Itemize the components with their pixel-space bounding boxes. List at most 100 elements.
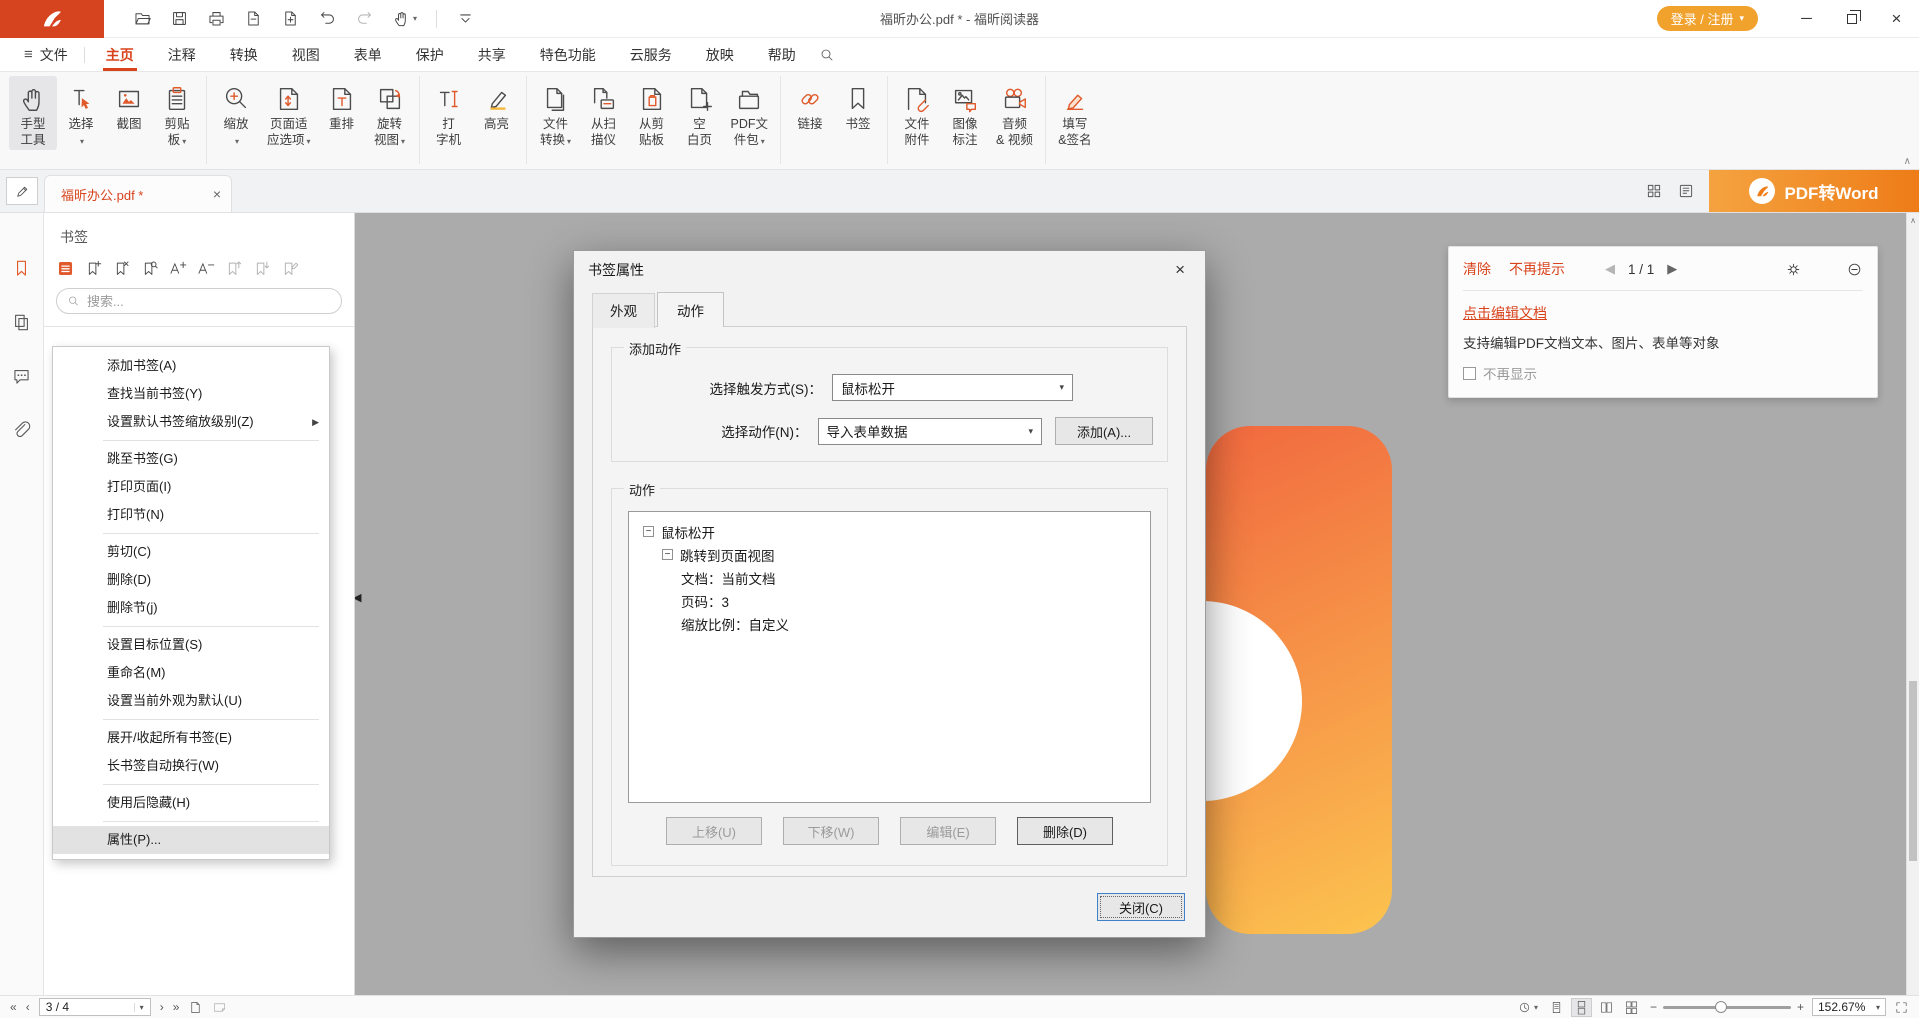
delete-button[interactable]: 删除(D) — [1017, 817, 1113, 845]
fullscreen-button[interactable] — [1894, 1000, 1909, 1015]
scrollbar-thumb[interactable] — [1909, 681, 1917, 861]
prev-page-button[interactable]: ‹ — [26, 1000, 30, 1014]
dialog-close-icon[interactable]: × — [1169, 260, 1191, 280]
edit-document-link[interactable]: 点击编辑文档 — [1463, 303, 1547, 323]
rename-bookmark-button[interactable] — [280, 259, 299, 278]
ribbon-from-scanner-button[interactable]: 从扫描仪 — [580, 76, 628, 150]
ribbon-snapshot-button[interactable]: 截图 — [105, 76, 153, 134]
next-page-button[interactable]: › — [160, 1000, 164, 1014]
customize-toolbar-button[interactable] — [449, 5, 482, 32]
tab-action[interactable]: 动作 — [657, 292, 724, 327]
menu-file[interactable]: ≡文件 — [12, 38, 80, 71]
tab-close-icon[interactable]: × — [213, 186, 221, 202]
context-menu-item-1[interactable]: 查找当前书签(Y) — [53, 380, 329, 408]
add-bookmark-button[interactable] — [84, 259, 103, 278]
context-menu-item-5[interactable]: 打印页面(I) — [53, 473, 329, 501]
copy-page-button[interactable] — [237, 5, 270, 32]
menu-item-3[interactable]: 视图 — [275, 38, 337, 71]
ribbon-typewriter-button[interactable]: 打字机 — [425, 76, 473, 150]
login-register-button[interactable]: 登录 / 注册▾ — [1657, 6, 1758, 31]
page-number-box[interactable]: 3 / 4 ▾ — [39, 998, 151, 1016]
menu-item-6[interactable]: 共享 — [461, 38, 523, 71]
clear-link[interactable]: 清除 — [1463, 259, 1491, 279]
tree-expander-icon[interactable]: − — [662, 549, 673, 560]
minimize-button[interactable]: ─ — [1784, 0, 1829, 38]
first-page-button[interactable]: « — [10, 1000, 17, 1014]
bookmark-search[interactable] — [56, 288, 342, 314]
context-menu-item-17[interactable]: 长书签自动换行(W) — [53, 752, 329, 780]
ribbon-highlight-button[interactable]: 高亮 — [473, 76, 521, 134]
panel-collapse-handle[interactable]: ◀ — [355, 591, 361, 604]
zoom-slider[interactable]: − + — [1650, 1000, 1804, 1014]
attachments-panel-button[interactable] — [0, 403, 44, 457]
tab-appearance[interactable]: 外观 — [592, 293, 655, 328]
collapse-bookmarks-button[interactable] — [196, 259, 215, 278]
insert-page-button[interactable] — [274, 5, 307, 32]
context-menu-item-12[interactable]: 设置目标位置(S) — [53, 631, 329, 659]
ribbon-rotate-view-button[interactable]: 旋转视图▾ — [366, 76, 414, 152]
redo-button[interactable] — [348, 5, 381, 32]
tree-row[interactable]: 文档：当前文档 — [639, 566, 1140, 589]
scroll-up-icon[interactable]: ∧ — [1907, 213, 1919, 225]
move-bookmark-down-button[interactable] — [252, 259, 271, 278]
menu-item-4[interactable]: 表单 — [337, 38, 399, 71]
bookmark-menu-button[interactable] — [56, 259, 75, 278]
pdf-to-word-banner[interactable]: PDF转Word — [1709, 170, 1919, 212]
zoom-slider-handle[interactable] — [1715, 1001, 1727, 1013]
zoom-level-box[interactable]: 152.67% ▾ — [1812, 998, 1886, 1016]
ribbon-clipboard-button[interactable]: 剪贴板▾ — [153, 76, 201, 152]
zoom-slider-track[interactable] — [1663, 1006, 1791, 1009]
ribbon-page-fit-button[interactable]: 页面适应选项▾ — [260, 76, 318, 152]
trigger-select[interactable]: 鼠标松开 ▾ — [832, 374, 1073, 401]
tree-row[interactable]: 页码：3 — [639, 589, 1140, 612]
menu-item-0[interactable]: 主页 — [89, 38, 151, 71]
tree-row[interactable]: −跳转到页面视图 — [639, 543, 1140, 566]
ribbon-file-attachment-button[interactable]: 文件附件 — [893, 76, 941, 150]
tree-row[interactable]: −鼠标松开 — [639, 520, 1140, 543]
tree-expander-icon[interactable]: − — [643, 526, 654, 537]
ribbon-zoom-button[interactable]: 缩放▾ — [212, 76, 260, 152]
expand-bookmarks-button[interactable] — [168, 259, 187, 278]
tree-row[interactable]: 缩放比例：自定义 — [639, 612, 1140, 635]
context-menu-item-16[interactable]: 展开/收起所有书签(E) — [53, 724, 329, 752]
read-mode-button[interactable] — [1677, 182, 1695, 200]
vertical-scrollbar[interactable]: ∧ — [1906, 213, 1919, 995]
move-bookmark-up-button[interactable] — [224, 259, 243, 278]
bookmarks-panel-button[interactable] — [0, 241, 44, 295]
pager-prev-icon[interactable]: ◀ — [1605, 261, 1615, 277]
document-tab[interactable]: 福昕办公.pdf * × — [44, 175, 232, 212]
document-canvas[interactable]: ◀ 书签属性 × 外观 动作 添加动作 选择触 — [355, 213, 1919, 995]
ribbon-pdf-portfolio-button[interactable]: PDF文件包▾ — [724, 76, 776, 152]
read-aloud-button[interactable]: ▾ — [1517, 1000, 1538, 1015]
move-down-button[interactable]: 下移(W) — [783, 817, 879, 845]
actions-tree[interactable]: −鼠标松开−跳转到页面视图文档：当前文档页码：3缩放比例：自定义 — [628, 511, 1151, 803]
context-menu-item-4[interactable]: 跳至书签(G) — [53, 445, 329, 473]
continuous-view-button[interactable] — [1571, 998, 1592, 1017]
facing-view-button[interactable] — [1596, 998, 1617, 1017]
ribbon-collapse-icon[interactable]: ∧ — [1904, 156, 1911, 167]
move-up-button[interactable]: 上移(U) — [666, 817, 762, 845]
context-menu-item-19[interactable]: 使用后隐藏(H) — [53, 789, 329, 817]
find-bookmark-button[interactable] — [140, 259, 159, 278]
dont-show-checkbox[interactable] — [1463, 367, 1476, 380]
menu-item-2[interactable]: 转换 — [213, 38, 275, 71]
context-menu-item-21[interactable]: 属性(P)... — [53, 826, 329, 854]
dialog-title-bar[interactable]: 书签属性 × — [574, 251, 1205, 289]
context-menu-item-10[interactable]: 删除节(j) — [53, 594, 329, 622]
undo-button[interactable] — [311, 5, 344, 32]
context-menu-item-8[interactable]: 剪切(C) — [53, 538, 329, 566]
ribbon-bookmark-button[interactable]: 书签 — [834, 76, 882, 134]
ribbon-blank-page-button[interactable]: 空白页 — [676, 76, 724, 150]
continuous-facing-view-button[interactable] — [1621, 998, 1642, 1017]
ribbon-link-button[interactable]: 链接 — [786, 76, 834, 134]
pager-next-icon[interactable]: ▶ — [1667, 261, 1677, 277]
ribbon-reflow-button[interactable]: 重排 — [318, 76, 366, 134]
comments-panel-button[interactable] — [0, 349, 44, 403]
rotate-page-button[interactable] — [212, 1000, 227, 1015]
close-button[interactable]: 关闭(C) — [1097, 893, 1185, 921]
menu-item-7[interactable]: 特色功能 — [523, 38, 613, 71]
ribbon-select-button[interactable]: 选择▾ — [57, 76, 105, 152]
hand-quick-button[interactable]: ▾ — [385, 5, 424, 32]
ribbon-file-convert-button[interactable]: 文件转换▾ — [532, 76, 580, 152]
ribbon-hand-tool-button[interactable]: 手型工具 — [9, 76, 57, 150]
